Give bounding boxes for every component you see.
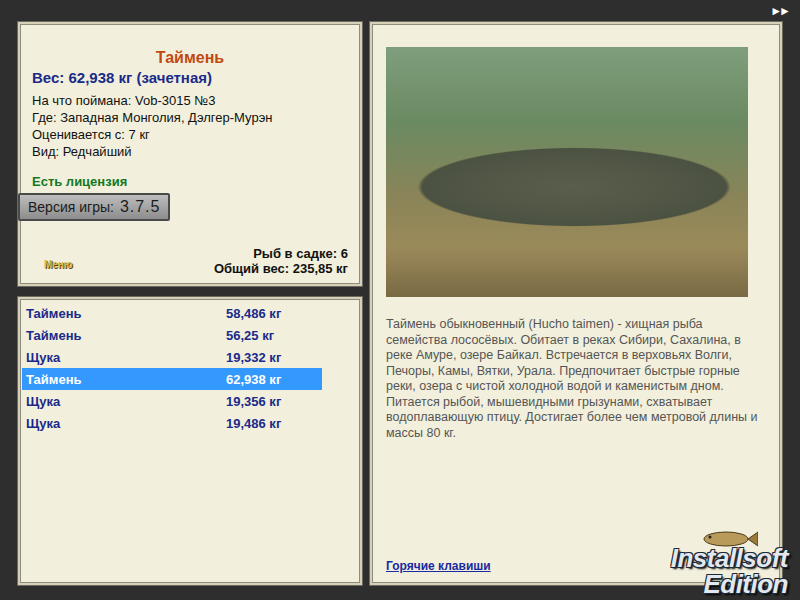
catch-name: Щука <box>26 416 226 431</box>
main-area: ТайменьВес: 62,938 кг (зачетная)На что п… <box>0 22 800 600</box>
catch-row[interactable]: Таймень58,486 кг <box>22 302 322 324</box>
catch-list: Таймень58,486 кгТаймень56,25 кгЩука19,33… <box>18 297 362 585</box>
fish-title: Таймень <box>32 48 348 68</box>
catch-weight: 62,938 кг <box>226 372 281 387</box>
catch-name: Таймень <box>26 372 226 387</box>
fish-description-panel: Таймень обыкновенный (Hucho taimen) - хи… <box>370 22 782 585</box>
fish-detail: На что поймана: Vob-3015 №3 <box>32 92 348 109</box>
catch-weight: 19,356 кг <box>226 394 281 409</box>
catch-screen: ►►ТайменьВес: 62,938 кг (зачетная)На что… <box>0 0 800 600</box>
version-value: 3.7.5 <box>120 198 161 216</box>
catch-weight: 19,332 кг <box>226 350 281 365</box>
fish-details: На что поймана: Vob-3015 №3Где: Западная… <box>32 92 348 160</box>
version-label: Версия игры: <box>28 199 114 215</box>
top-bar: ►► <box>0 0 800 22</box>
catch-name: Таймень <box>26 306 226 321</box>
fish-detail: Оценивается с: 7 кг <box>32 126 348 143</box>
keepnet-summary: Рыб в садке: 6Общий вес: 235,85 кг <box>214 246 348 276</box>
left-column: ТайменьВес: 62,938 кг (зачетная)На что п… <box>18 22 362 585</box>
menu-button[interactable]: Меню <box>44 259 72 270</box>
info-bottom-row: Меню Рыб в садке: 6Общий вес: 235,85 кг <box>32 246 348 276</box>
version-badge: Версия игры: 3.7.5 <box>18 193 170 221</box>
catch-weight: 56,25 кг <box>226 328 274 343</box>
catch-name: Щука <box>26 394 226 409</box>
fish-detail: Где: Западная Монголия, Дэлгер-Мурэн <box>32 109 348 126</box>
license-status: Есть лицензия <box>32 174 348 190</box>
catch-row[interactable]: Таймень56,25 кг <box>22 324 322 346</box>
catch-row[interactable]: Щука19,356 кг <box>22 390 322 412</box>
fish-photo <box>386 47 748 297</box>
catch-row[interactable]: Таймень62,938 кг <box>22 368 322 390</box>
catch-name: Таймень <box>26 328 226 343</box>
fish-weight: Вес: 62,938 кг (зачетная) <box>32 68 348 88</box>
logo-line: Edition <box>703 571 792 597</box>
keepnet-total: Общий вес: 235,85 кг <box>214 261 348 276</box>
fish-detail: Вид: Редчайший <box>32 143 348 160</box>
catch-weight: 58,486 кг <box>226 306 281 321</box>
fish-info-panel: ТайменьВес: 62,938 кг (зачетная) На что п… <box>18 22 362 286</box>
keepnet-count: Рыб в садке: 6 <box>253 246 348 261</box>
catch-weight: 19,486 кг <box>226 416 281 431</box>
fish-description: Таймень обыкновенный (Hucho taimen) - хи… <box>386 317 758 441</box>
catch-name: Щука <box>26 350 226 365</box>
forward-button[interactable]: ►► <box>770 4 792 18</box>
catch-row[interactable]: Щука19,486 кг <box>22 412 322 434</box>
catch-row[interactable]: Щука19,332 кг <box>22 346 322 368</box>
installsoft-logo: InstallsoftEdition <box>671 527 792 597</box>
logo-line: Installsoft <box>671 545 792 571</box>
